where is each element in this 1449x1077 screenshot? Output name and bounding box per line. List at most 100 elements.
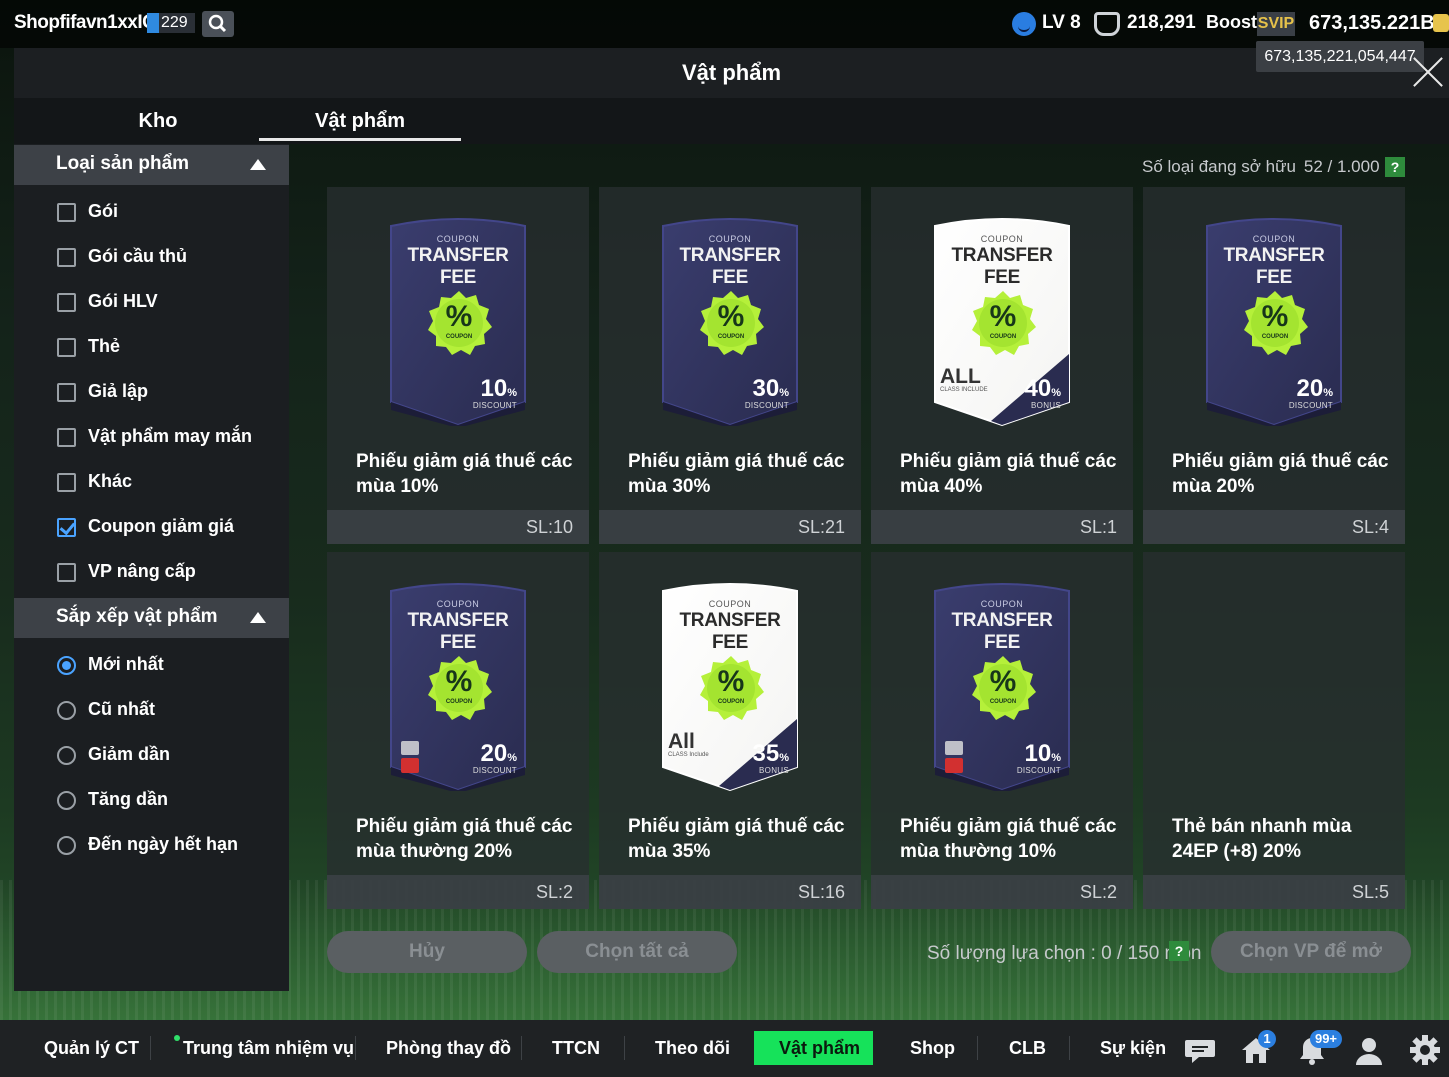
checkbox[interactable] [57,248,76,267]
card-title: TRANSFER FEE [679,245,781,288]
checkbox[interactable] [57,338,76,357]
item-quantity: SL:2 [535,882,573,902]
nav-su-kien[interactable]: Sự kiện [1100,1038,1166,1059]
collapse-arrow-icon[interactable] [250,612,266,623]
card-value: 35% [752,740,789,767]
checkbox[interactable] [57,203,76,222]
card-top-label: COUPON [436,599,480,609]
class-badge: All CLASS Include [668,730,709,758]
sort-section-title: Sắp xếp vật phẩm [56,606,218,627]
coupon-seal-icon: % COUPON [698,290,764,356]
item-tile[interactable]: COUPON TRANSFER FEE % COUPON 20% DISCOUN… [327,552,589,909]
radio[interactable] [57,746,76,765]
card-top-label: COUPON [436,234,480,244]
selection-count: Số lượng lựa chọn : 0 / 150 món [927,943,1202,964]
radio[interactable] [57,791,76,810]
coupon-card-image: COUPON TRANSFER FEE % COUPON 10% DISCOUN… [933,579,1071,791]
card-value: 10% [480,375,517,402]
trophy-icon [1094,12,1120,36]
item-tile[interactable]: COUPON TRANSFER FEE % COUPON 40% BONUS A… [871,187,1133,544]
sort-section-header[interactable]: Sắp xếp vật phẩm [14,598,289,638]
chat-icon[interactable] [1184,1034,1216,1066]
checkbox[interactable] [57,293,76,312]
close-icon[interactable] [1412,56,1444,88]
checkbox[interactable] [57,428,76,447]
nav-trung-tam-nhiem-vu[interactable]: Trung tâm nhiệm vụ [183,1038,354,1059]
gear-icon[interactable] [1409,1034,1441,1066]
restriction-icon [945,741,963,773]
nav-divider [150,1036,151,1060]
class-badge: ALL CLASS INCLUDE [940,365,988,393]
radio-selected[interactable] [57,656,76,675]
item-name: Phiếu giảm giá thuế các mùa thường 10% [900,816,1117,862]
coupon-card-image: COUPON TRANSFER FEE % COUPON 35% BONUS A… [661,579,799,791]
checkbox[interactable] [57,563,76,582]
card-top-label: COUPON [980,234,1024,244]
svip-badge[interactable]: SVIP [1257,12,1295,36]
card-title: TRANSFER FEE [407,245,509,288]
card-title: TRANSFER FEE [679,610,781,653]
coupon-seal-icon: % COUPON [970,290,1036,356]
boost-label[interactable]: Boost [1206,12,1257,33]
cancel-button[interactable]: Hủy [327,931,527,973]
coupon-seal-icon: % COUPON [698,655,764,721]
card-title: TRANSFER FEE [951,245,1053,288]
card-value-label: DISCOUNT [1016,766,1061,775]
home-badge: 1 [1258,1030,1276,1048]
coupon-seal-icon: % COUPON [970,655,1036,721]
card-top-label: COUPON [1252,234,1296,244]
help-icon[interactable]: ? [1169,941,1189,961]
nav-phong-thay-do[interactable]: Phòng thay đồ [386,1038,511,1059]
help-icon[interactable]: ? [1385,157,1405,177]
nav-divider [521,1036,522,1060]
item-tile[interactable]: COUPON TRANSFER FEE % COUPON 10% DISCOUN… [327,187,589,544]
profile-icon[interactable] [1353,1034,1385,1066]
nav-vat-pham[interactable]: Vật phẩm [779,1038,860,1059]
card-top-label: COUPON [708,599,752,609]
tab-vat-pham[interactable]: Vật phẩm [259,110,461,133]
collapse-arrow-icon[interactable] [250,159,266,170]
item-tile[interactable]: COUPON TRANSFER FEE % COUPON 30% DISCOUN… [599,187,861,544]
coupon-seal-icon: % COUPON [426,290,492,356]
nav-divider [624,1036,625,1060]
item-quantity: SL:1 [1079,517,1117,537]
item-tile[interactable]: COUPON TRANSFER FEE % COUPON 35% BONUS A… [599,552,861,909]
nav-clb[interactable]: CLB [1009,1038,1046,1059]
type-section-header[interactable]: Loại sản phẩm [14,145,289,185]
item-name: Phiếu giảm giá thuế các mùa 40% [900,451,1117,497]
item-name: Phiếu giảm giá thuế các mùa thường 20% [356,816,573,862]
card-top-label: COUPON [708,234,752,244]
card-value: 20% [1296,375,1333,402]
item-quantity: SL:16 [797,882,845,902]
checkbox-checked[interactable] [57,518,76,537]
checkbox[interactable] [57,383,76,402]
tab-active-indicator [259,138,461,141]
item-name: Phiếu giảm giá thuế các mùa 30% [628,451,845,497]
card-value-label: BONUS [1031,401,1061,410]
coupon-card-image: COUPON TRANSFER FEE % COUPON 40% BONUS A… [933,214,1071,426]
nav-divider [977,1036,978,1060]
open-selected-button[interactable]: Chọn VP để mở [1211,931,1411,973]
nav-quan-ly-ct[interactable]: Quản lý CT [44,1038,139,1059]
radio[interactable] [57,701,76,720]
nav-theo-doi[interactable]: Theo dõi [655,1038,730,1059]
card-title: TRANSFER FEE [407,610,509,653]
nav-shop[interactable]: Shop [910,1038,955,1059]
search-button[interactable] [202,11,234,37]
item-tile[interactable]: COUPON TRANSFER FEE % COUPON 20% DISCOUN… [1143,187,1405,544]
item-tile[interactable]: Thẻ bán nhanh mùa 24EP (+8) 20% SL:5 [1143,552,1405,909]
radio[interactable] [57,836,76,855]
select-all-button[interactable]: Chọn tất cả [537,931,737,973]
bp-value: 673,135.221B [1309,12,1435,34]
item-quantity: SL:10 [525,517,573,537]
checkbox[interactable] [57,473,76,492]
card-top-label: COUPON [980,599,1024,609]
coupon-card-image: COUPON TRANSFER FEE % COUPON 10% DISCOUN… [389,214,527,426]
item-tile[interactable]: COUPON TRANSFER FEE % COUPON 10% DISCOUN… [871,552,1133,909]
tab-kho[interactable]: Kho [60,110,256,133]
level-icon [1012,12,1036,36]
nav-ttcn[interactable]: TTCN [552,1038,600,1059]
bell-badge: 99+ [1310,1030,1342,1048]
username[interactable]: Shopfifavn1xxIC [14,12,156,34]
coupon-card-image: COUPON TRANSFER FEE % COUPON 20% DISCOUN… [1205,214,1343,426]
